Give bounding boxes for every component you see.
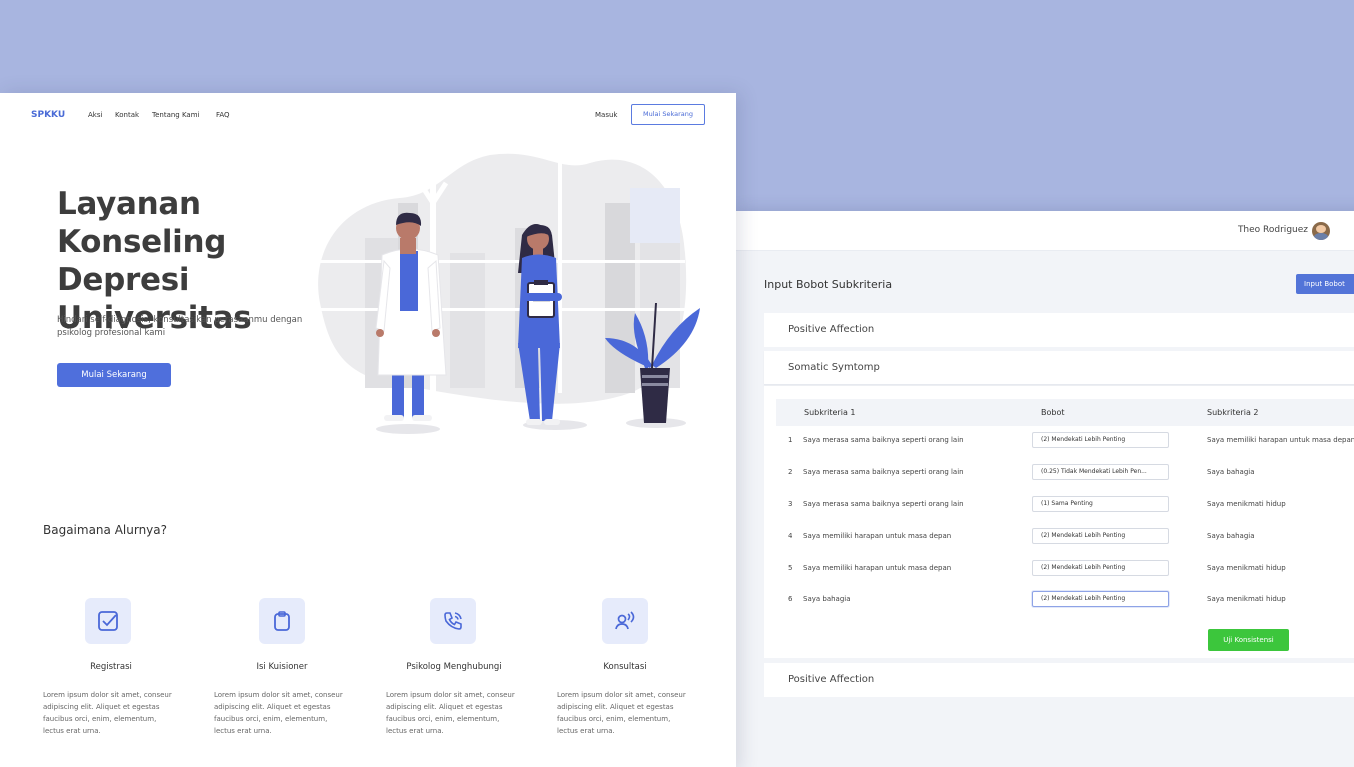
clipboard-icon	[259, 598, 305, 644]
step-description: Lorem ipsum dolor sit amet, conseur adip…	[557, 691, 686, 735]
step-description: Lorem ipsum dolor sit amet, conseur adip…	[43, 691, 172, 735]
bobot-select[interactable]: (2) Mendekati Lebih Penting	[1032, 560, 1169, 576]
table-row: 5 Saya memiliki harapan untuk masa depan…	[776, 557, 1354, 579]
subkriteria-2-cell: Saya menikmati hidup	[1207, 500, 1286, 508]
header-subkriteria-1: Subkriteria 1	[804, 408, 856, 417]
hero-illustration	[318, 148, 700, 434]
step-name: Konsultasi	[603, 662, 647, 672]
row-number: 5	[788, 564, 793, 572]
page-title: Input Bobot Subkriteria	[764, 278, 893, 291]
nav-cta-button[interactable]: Mulai Sekarang	[631, 104, 705, 125]
table-header: Subkriteria 1 Bobot Subkriteria 2	[776, 399, 1354, 426]
navbar: SPKKU Aksi Kontak Tentang Kami FAQ Masuk…	[0, 93, 736, 137]
step-name: Registrasi	[90, 662, 132, 672]
row-number: 6	[788, 595, 793, 603]
logo[interactable]: SPKKU	[31, 110, 65, 120]
section-title: Bagaimana Alurnya?	[43, 523, 168, 537]
nav-link-aksi[interactable]: Aksi	[88, 111, 102, 119]
accordion-positive-affection[interactable]: Positive Affection	[764, 313, 1354, 347]
users-sound-icon	[602, 598, 648, 644]
step-description: Lorem ipsum dolor sit amet, conseur adip…	[214, 691, 343, 735]
subkriteria-1-cell: Saya bahagia	[803, 595, 851, 603]
row-number: 3	[788, 500, 793, 508]
step-description: Lorem ipsum dolor sit amet, conseur adip…	[386, 691, 515, 735]
login-link[interactable]: Masuk	[595, 111, 617, 119]
subkriteria-1-cell: Saya merasa sama baiknya seperti orang l…	[803, 500, 964, 508]
bobot-select[interactable]: (1) Sama Penting	[1032, 496, 1169, 512]
nav-link-faq[interactable]: FAQ	[216, 111, 230, 119]
user-name[interactable]: Theo Rodriguez	[1238, 225, 1308, 235]
checkbox-icon	[85, 598, 131, 644]
row-number: 2	[788, 468, 793, 476]
subkriteria-1-cell: Saya memiliki harapan untuk masa depan	[803, 564, 952, 572]
subkriteria-1-cell: Saya memiliki harapan untuk masa depan	[803, 532, 952, 540]
subkriteria-2-cell: Saya bahagia	[1207, 468, 1255, 476]
subkriteria-2-cell: Saya menikmati hidup	[1207, 595, 1286, 603]
phone-call-icon	[430, 598, 476, 644]
bobot-select[interactable]: (0.25) Tidak Mendekati Lebih Pen...	[1032, 464, 1169, 480]
bobot-select[interactable]: (2) Mendekati Lebih Penting	[1032, 528, 1169, 544]
admin-window: Theo Rodriguez Input Bobot Subkriteria I…	[736, 211, 1354, 767]
bobot-select[interactable]: (2) Mendekati Lebih Penting	[1032, 432, 1169, 448]
step-name: Psikolog Menghubungi	[406, 662, 502, 672]
accordion-panel: Subkriteria 1 Bobot Subkriteria 2 1 Saya…	[764, 386, 1354, 658]
subkriteria-2-cell: Saya menikmati hidup	[1207, 564, 1286, 572]
subkriteria-1-cell: Saya merasa sama baiknya seperti orang l…	[803, 436, 964, 444]
header-bobot: Bobot	[1041, 408, 1065, 417]
hero-cta-button[interactable]: Mulai Sekarang	[57, 363, 171, 387]
row-number: 1	[788, 436, 793, 444]
landing-window: SPKKU Aksi Kontak Tentang Kami FAQ Masuk…	[0, 93, 736, 767]
admin-topbar: Theo Rodriguez	[736, 211, 1354, 251]
subkriteria-1-cell: Saya merasa sama baiknya seperti orang l…	[803, 468, 964, 476]
avatar[interactable]	[1312, 222, 1330, 240]
subkriteria-2-cell: Saya memiliki harapan untuk masa depan	[1207, 436, 1354, 444]
table-row: 6 Saya bahagia (2) Mendekati Lebih Penti…	[776, 588, 1354, 610]
bobot-select[interactable]: (2) Mendekati Lebih Penting	[1032, 591, 1169, 607]
table-row: 2 Saya merasa sama baiknya seperti orang…	[776, 461, 1354, 483]
subkriteria-2-cell: Saya bahagia	[1207, 532, 1255, 540]
accordion-somatic-symptom[interactable]: Somatic Symtomp	[764, 351, 1354, 385]
nav-link-tentang-kami[interactable]: Tentang Kami	[152, 111, 200, 119]
step-name: Isi Kuisioner	[256, 662, 308, 672]
uji-konsistensi-button[interactable]: Uji Konsistensi	[1208, 629, 1289, 651]
table-row: 4 Saya memiliki harapan untuk masa depan…	[776, 525, 1354, 547]
header-subkriteria-2: Subkriteria 2	[1207, 408, 1259, 417]
row-number: 4	[788, 532, 793, 540]
table-row: 1 Saya merasa sama baiknya seperti orang…	[776, 429, 1354, 451]
input-bobot-button[interactable]: Input Bobot	[1296, 274, 1354, 294]
nav-link-kontak[interactable]: Kontak	[115, 111, 139, 119]
table-row: 3 Saya merasa sama baiknya seperti orang…	[776, 493, 1354, 515]
hero-subtitle: Hindari self-diagnosis, konsultasikan pe…	[57, 315, 303, 338]
accordion-positive-affection-2[interactable]: Positive Affection	[764, 663, 1354, 697]
